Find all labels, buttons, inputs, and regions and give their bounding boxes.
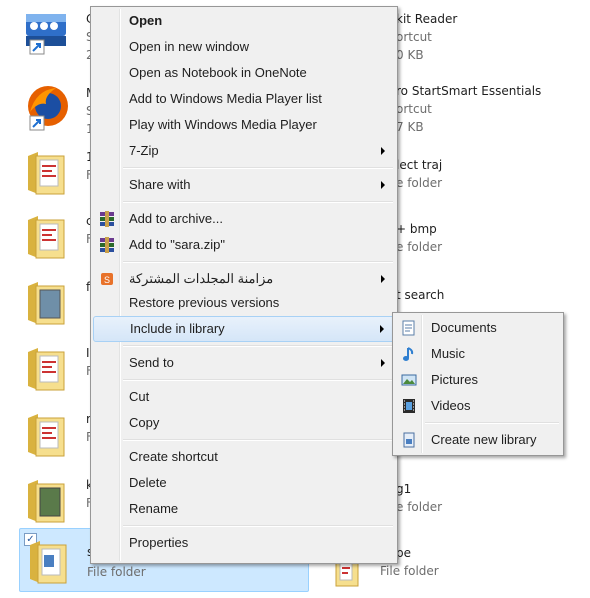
music-icon — [401, 346, 417, 362]
context-menu: Open Open in new window Open as Notebook… — [90, 6, 398, 564]
menu-item-open[interactable]: Open — [93, 9, 395, 33]
file-name: t search — [396, 288, 445, 302]
menu-label: Videos — [431, 398, 471, 413]
menu-item-play-wmp[interactable]: Play with Windows Media Player — [93, 113, 395, 137]
file-type: e folder — [396, 176, 443, 190]
folder-icon — [22, 276, 70, 326]
file-name: kit Reader — [396, 12, 458, 26]
menu-label: Play with Windows Media Player — [129, 117, 317, 132]
folder-icon — [22, 342, 70, 392]
menu-item-open-onenote[interactable]: Open as Notebook in OneNote — [93, 61, 395, 85]
file-name: g1 — [396, 482, 412, 496]
submenu-item-videos[interactable]: Videos — [395, 394, 561, 418]
menu-item-create-shortcut[interactable]: Create shortcut — [93, 445, 395, 469]
menu-label: Delete — [129, 475, 167, 490]
menu-label: Create new library — [431, 432, 537, 447]
file-type: File folder — [380, 564, 439, 578]
menu-separator — [123, 201, 393, 203]
file-type: e folder — [396, 240, 443, 254]
library-submenu: Documents Music Pictures Videos Create n… — [392, 312, 564, 456]
menu-label: Send to — [129, 355, 174, 370]
menu-label: Open in new window — [129, 39, 249, 54]
submenu-arrow-icon — [380, 325, 384, 333]
file-size: 0 KB — [396, 48, 424, 62]
menu-label: Add to "sara.zip" — [129, 237, 225, 252]
menu-label: Pictures — [431, 372, 478, 387]
submenu-arrow-icon — [381, 181, 385, 189]
file-size: 7 KB — [396, 120, 424, 134]
menu-separator — [123, 261, 393, 263]
sync-icon: S — [99, 271, 115, 287]
winrar-icon — [99, 237, 115, 253]
menu-item-7zip[interactable]: 7-Zip — [93, 139, 395, 163]
firefox-icon — [22, 82, 70, 132]
menu-label: Add to Windows Media Player list — [129, 91, 322, 106]
file-name: ro StartSmart Essentials — [396, 84, 542, 98]
svg-text:S: S — [104, 275, 110, 285]
menu-label: Documents — [431, 320, 497, 335]
winrar-icon — [99, 211, 115, 227]
file-name: + bmp — [396, 222, 437, 236]
submenu-item-documents[interactable]: Documents — [395, 316, 561, 340]
menu-separator — [123, 525, 393, 527]
menu-label: Restore previous versions — [129, 295, 280, 310]
submenu-arrow-icon — [381, 359, 385, 367]
menu-label: Share with — [129, 177, 191, 192]
menu-separator — [425, 422, 559, 424]
folder-icon — [22, 474, 70, 524]
menu-label: Cut — [129, 389, 150, 404]
file-name: I — [86, 346, 90, 360]
menu-separator — [123, 345, 393, 347]
submenu-arrow-icon — [381, 147, 385, 155]
new-library-icon — [401, 432, 417, 448]
menu-label: Rename — [129, 501, 179, 516]
menu-label: Add to archive... — [129, 211, 223, 226]
menu-item-properties[interactable]: Properties — [93, 531, 395, 555]
file-type: ortcut — [396, 102, 432, 116]
menu-item-include-library[interactable]: Include in library — [93, 316, 395, 342]
menu-item-rename[interactable]: Rename — [93, 497, 395, 521]
menu-separator — [123, 439, 393, 441]
submenu-item-music[interactable]: Music — [395, 342, 561, 366]
file-type: ortcut — [396, 30, 432, 44]
menu-item-delete[interactable]: Delete — [93, 471, 395, 495]
menu-item-copy[interactable]: Copy — [93, 411, 395, 435]
videos-icon — [401, 398, 417, 414]
menu-item-restore-versions[interactable]: Restore previous versions — [93, 291, 395, 315]
menu-label: Music — [431, 346, 465, 361]
menu-item-cut[interactable]: Cut — [93, 385, 395, 409]
file-name: pe — [396, 546, 411, 560]
pictures-icon — [401, 372, 417, 388]
menu-label: Create shortcut — [129, 449, 218, 464]
folder-icon — [24, 535, 72, 585]
folder-icon — [22, 146, 70, 196]
menu-item-sync-shared-folders[interactable]: S مزامنة المجلدات المشتركة — [93, 267, 395, 291]
menu-separator — [123, 167, 393, 169]
submenu-arrow-icon — [381, 275, 385, 283]
menu-label: Include in library — [130, 321, 225, 336]
documents-icon — [401, 320, 417, 336]
file-type: File folder — [87, 565, 146, 579]
submenu-item-create-new-library[interactable]: Create new library — [395, 428, 561, 452]
menu-label: Copy — [129, 415, 160, 430]
menu-item-add-archive[interactable]: Add to archive... — [93, 207, 395, 231]
menu-item-add-sara-zip[interactable]: Add to "sara.zip" — [93, 233, 395, 257]
folder-icon — [22, 210, 70, 260]
menu-label: مزامنة المجلدات المشتركة — [129, 271, 274, 286]
menu-label: Properties — [129, 535, 189, 550]
file-name: lect traj — [396, 158, 443, 172]
shortcut-app-icon — [22, 8, 70, 58]
menu-item-open-new-window[interactable]: Open in new window — [93, 35, 395, 59]
menu-item-send-to[interactable]: Send to — [93, 351, 395, 375]
submenu-item-pictures[interactable]: Pictures — [395, 368, 561, 392]
menu-label: Open — [129, 13, 163, 28]
folder-icon — [22, 408, 70, 458]
file-type: e folder — [396, 500, 443, 514]
menu-separator — [123, 379, 393, 381]
menu-label: 7-Zip — [129, 143, 159, 158]
menu-item-share-with[interactable]: Share with — [93, 173, 395, 197]
menu-label: Open as Notebook in OneNote — [129, 65, 307, 80]
menu-item-add-wmp-list[interactable]: Add to Windows Media Player list — [93, 87, 395, 111]
